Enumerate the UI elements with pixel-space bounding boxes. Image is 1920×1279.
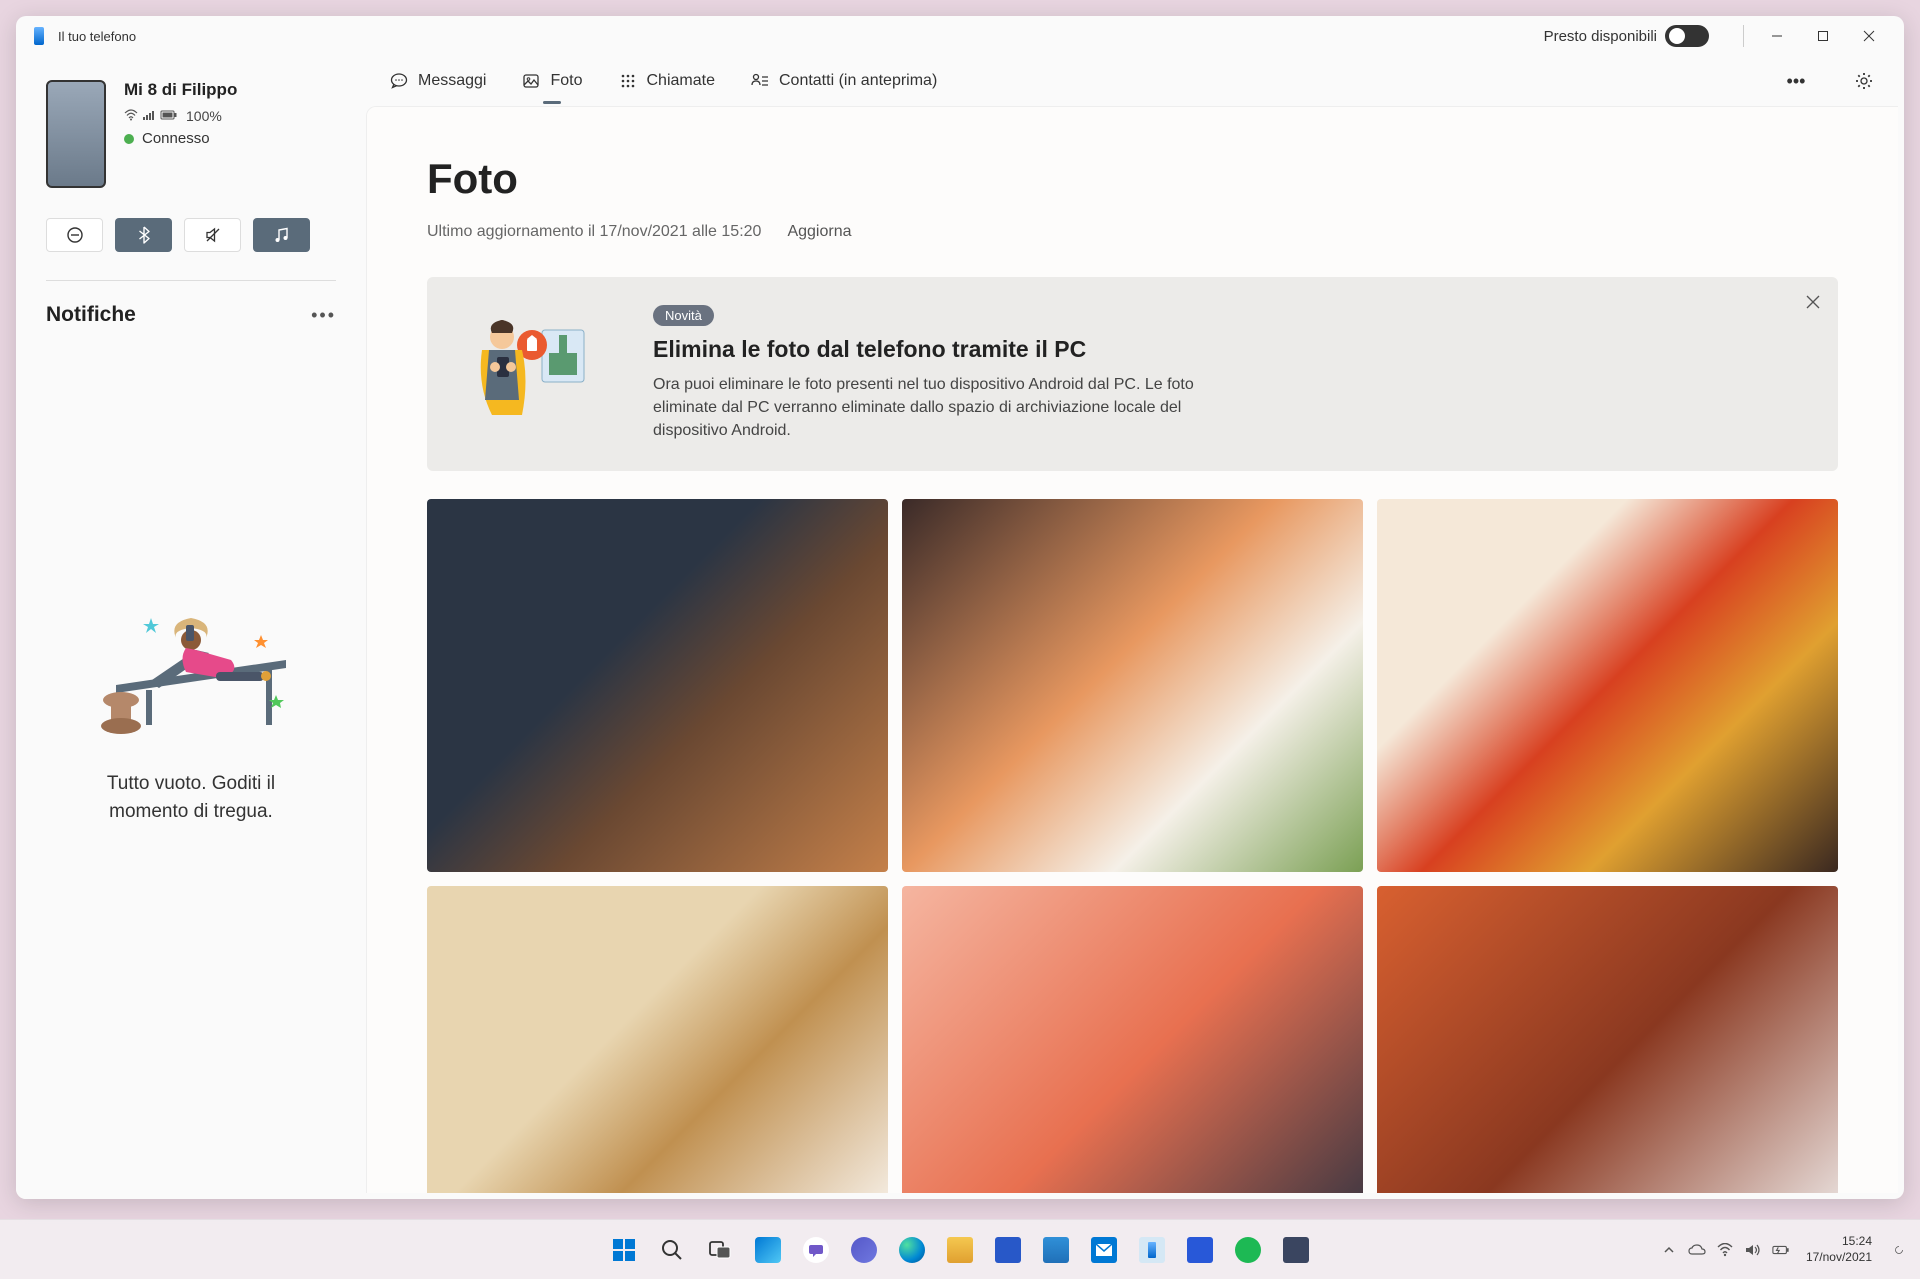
app-title: Il tuo telefono bbox=[58, 29, 136, 44]
info-badge: Novità bbox=[653, 305, 714, 326]
last-updated: Ultimo aggiornamento il 17/nov/2021 alle… bbox=[427, 223, 761, 241]
notifications-more-button[interactable]: ••• bbox=[311, 305, 336, 326]
tab-photos-label: Foto bbox=[550, 72, 582, 90]
sidebar: Mi 8 di Filippo 100% Connesso bbox=[16, 56, 366, 1199]
battery-percent: 100% bbox=[186, 108, 222, 124]
divider bbox=[1743, 25, 1744, 47]
content-panel: Foto Ultimo aggiornamento il 17/nov/2021… bbox=[366, 106, 1898, 1193]
connection-label: Connesso bbox=[142, 130, 210, 147]
start-button[interactable] bbox=[603, 1229, 645, 1271]
photo-thumbnail[interactable] bbox=[427, 499, 888, 873]
taskbar-app-word[interactable] bbox=[987, 1229, 1029, 1271]
chat-icon bbox=[390, 72, 408, 90]
taskbar-app-pandora[interactable] bbox=[1275, 1229, 1317, 1271]
tab-photos[interactable]: Foto bbox=[518, 64, 586, 98]
device-section: Mi 8 di Filippo 100% Connesso bbox=[46, 80, 336, 188]
close-button[interactable] bbox=[1846, 20, 1892, 52]
tray-chevron-icon[interactable] bbox=[1660, 1241, 1678, 1259]
clock-date: 17/nov/2021 bbox=[1806, 1250, 1872, 1266]
device-status: 100% bbox=[124, 108, 336, 124]
status-dot-icon bbox=[124, 134, 134, 144]
chat-button[interactable] bbox=[795, 1229, 837, 1271]
search-button[interactable] bbox=[651, 1229, 693, 1271]
battery-icon bbox=[160, 108, 178, 124]
music-button[interactable] bbox=[253, 218, 310, 252]
bluetooth-button[interactable] bbox=[115, 218, 172, 252]
photo-thumbnail[interactable] bbox=[902, 886, 1363, 1193]
preview-toggle-label: Presto disponibili bbox=[1544, 28, 1657, 45]
photo-icon bbox=[522, 72, 540, 90]
tab-calls-label: Chiamate bbox=[647, 72, 715, 90]
tray-wifi-icon[interactable] bbox=[1716, 1241, 1734, 1259]
quick-actions bbox=[46, 218, 336, 281]
info-card: Novità Elimina le foto dal telefono tram… bbox=[427, 277, 1838, 471]
app-icon bbox=[34, 27, 44, 45]
contacts-icon bbox=[751, 72, 769, 90]
app-window: Il tuo telefono Presto disponibili Mi 8 … bbox=[16, 16, 1904, 1199]
clock-time: 15:24 bbox=[1806, 1234, 1872, 1250]
signal-icon bbox=[142, 108, 156, 124]
tray-volume-icon[interactable] bbox=[1744, 1241, 1762, 1259]
settings-button[interactable] bbox=[1844, 61, 1884, 101]
photo-thumbnail[interactable] bbox=[1377, 886, 1838, 1193]
mute-button[interactable] bbox=[184, 218, 241, 252]
empty-text-line2: momento di tregua. bbox=[109, 801, 273, 822]
info-card-title: Elimina le foto dal telefono tramite il … bbox=[653, 336, 1798, 363]
taskbar-app-asus[interactable] bbox=[1179, 1229, 1221, 1271]
device-thumbnail[interactable] bbox=[46, 80, 106, 188]
empty-text-line1: Tutto vuoto. Goditi il bbox=[107, 773, 275, 794]
connection-status: Connesso bbox=[124, 130, 336, 147]
photo-thumbnail[interactable] bbox=[1377, 499, 1838, 873]
wifi-icon bbox=[124, 108, 138, 124]
notifications-empty-state: Tutto vuoto. Goditi il momento di tregua… bbox=[46, 327, 336, 1199]
taskbar-app-yourphone[interactable] bbox=[1131, 1229, 1173, 1271]
tray-onedrive-icon[interactable] bbox=[1688, 1241, 1706, 1259]
photo-thumbnail[interactable] bbox=[427, 886, 888, 1193]
widgets-button[interactable] bbox=[747, 1229, 789, 1271]
preview-toggle[interactable] bbox=[1665, 25, 1709, 47]
info-card-illustration bbox=[467, 305, 597, 425]
maximize-button[interactable] bbox=[1800, 20, 1846, 52]
tab-contacts-label: Contatti (in anteprima) bbox=[779, 72, 937, 90]
taskbar-app-explorer[interactable] bbox=[939, 1229, 981, 1271]
taskbar-app-store[interactable] bbox=[1035, 1229, 1077, 1271]
dnd-button[interactable] bbox=[46, 218, 103, 252]
titlebar: Il tuo telefono Presto disponibili bbox=[16, 16, 1904, 56]
empty-illustration bbox=[91, 600, 291, 750]
taskbar-clock[interactable]: 15:24 17/nov/2021 bbox=[1806, 1234, 1872, 1265]
refresh-button[interactable]: Aggiorna bbox=[787, 223, 851, 241]
taskbar: 15:24 17/nov/2021 bbox=[0, 1219, 1920, 1279]
nav-tabs: Messaggi Foto Chiamate Contatti (in ante… bbox=[366, 56, 1904, 106]
device-name: Mi 8 di Filippo bbox=[124, 80, 336, 100]
tray-focus-icon[interactable] bbox=[1890, 1241, 1908, 1259]
photo-grid bbox=[427, 499, 1838, 1193]
taskbar-app-spotify[interactable] bbox=[1227, 1229, 1269, 1271]
info-card-text: Ora puoi eliminare le foto presenti nel … bbox=[653, 373, 1213, 443]
taskbar-center bbox=[603, 1229, 1317, 1271]
tab-messages[interactable]: Messaggi bbox=[386, 64, 490, 98]
info-card-close-button[interactable] bbox=[1806, 295, 1820, 314]
photo-thumbnail[interactable] bbox=[902, 499, 1363, 873]
tab-calls[interactable]: Chiamate bbox=[615, 64, 719, 98]
dialpad-icon bbox=[619, 72, 637, 90]
tab-contacts[interactable]: Contatti (in anteprima) bbox=[747, 64, 941, 98]
taskbar-app-edge[interactable] bbox=[891, 1229, 933, 1271]
taskbar-app-mail[interactable] bbox=[1083, 1229, 1125, 1271]
taskbar-app-teams[interactable] bbox=[843, 1229, 885, 1271]
tab-messages-label: Messaggi bbox=[418, 72, 486, 90]
tray-battery-icon[interactable] bbox=[1772, 1241, 1790, 1259]
notifications-heading: Notifiche bbox=[46, 303, 136, 327]
page-title: Foto bbox=[427, 155, 1838, 203]
more-button[interactable]: ••• bbox=[1776, 61, 1816, 101]
minimize-button[interactable] bbox=[1754, 20, 1800, 52]
task-view-button[interactable] bbox=[699, 1229, 741, 1271]
system-tray: 15:24 17/nov/2021 bbox=[1660, 1234, 1920, 1265]
